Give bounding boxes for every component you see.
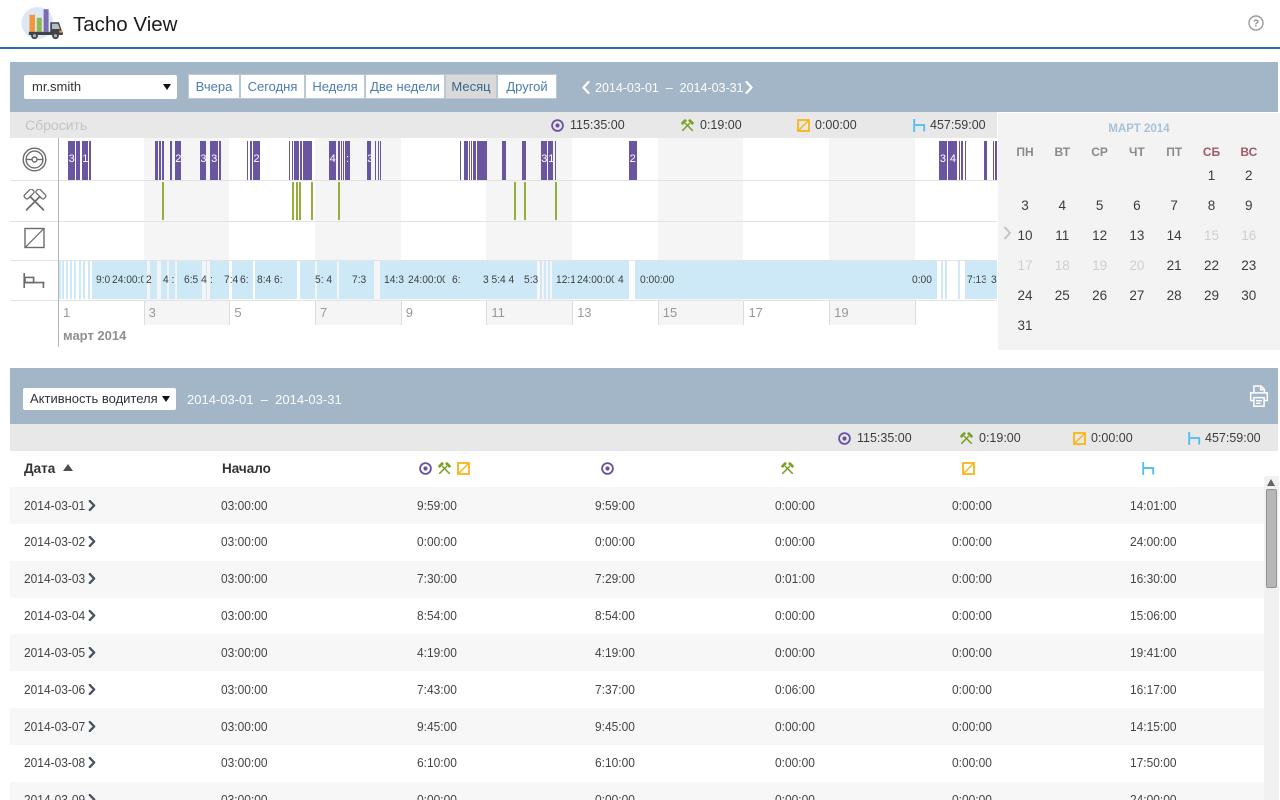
svg-text:?: ? bbox=[1253, 19, 1259, 30]
